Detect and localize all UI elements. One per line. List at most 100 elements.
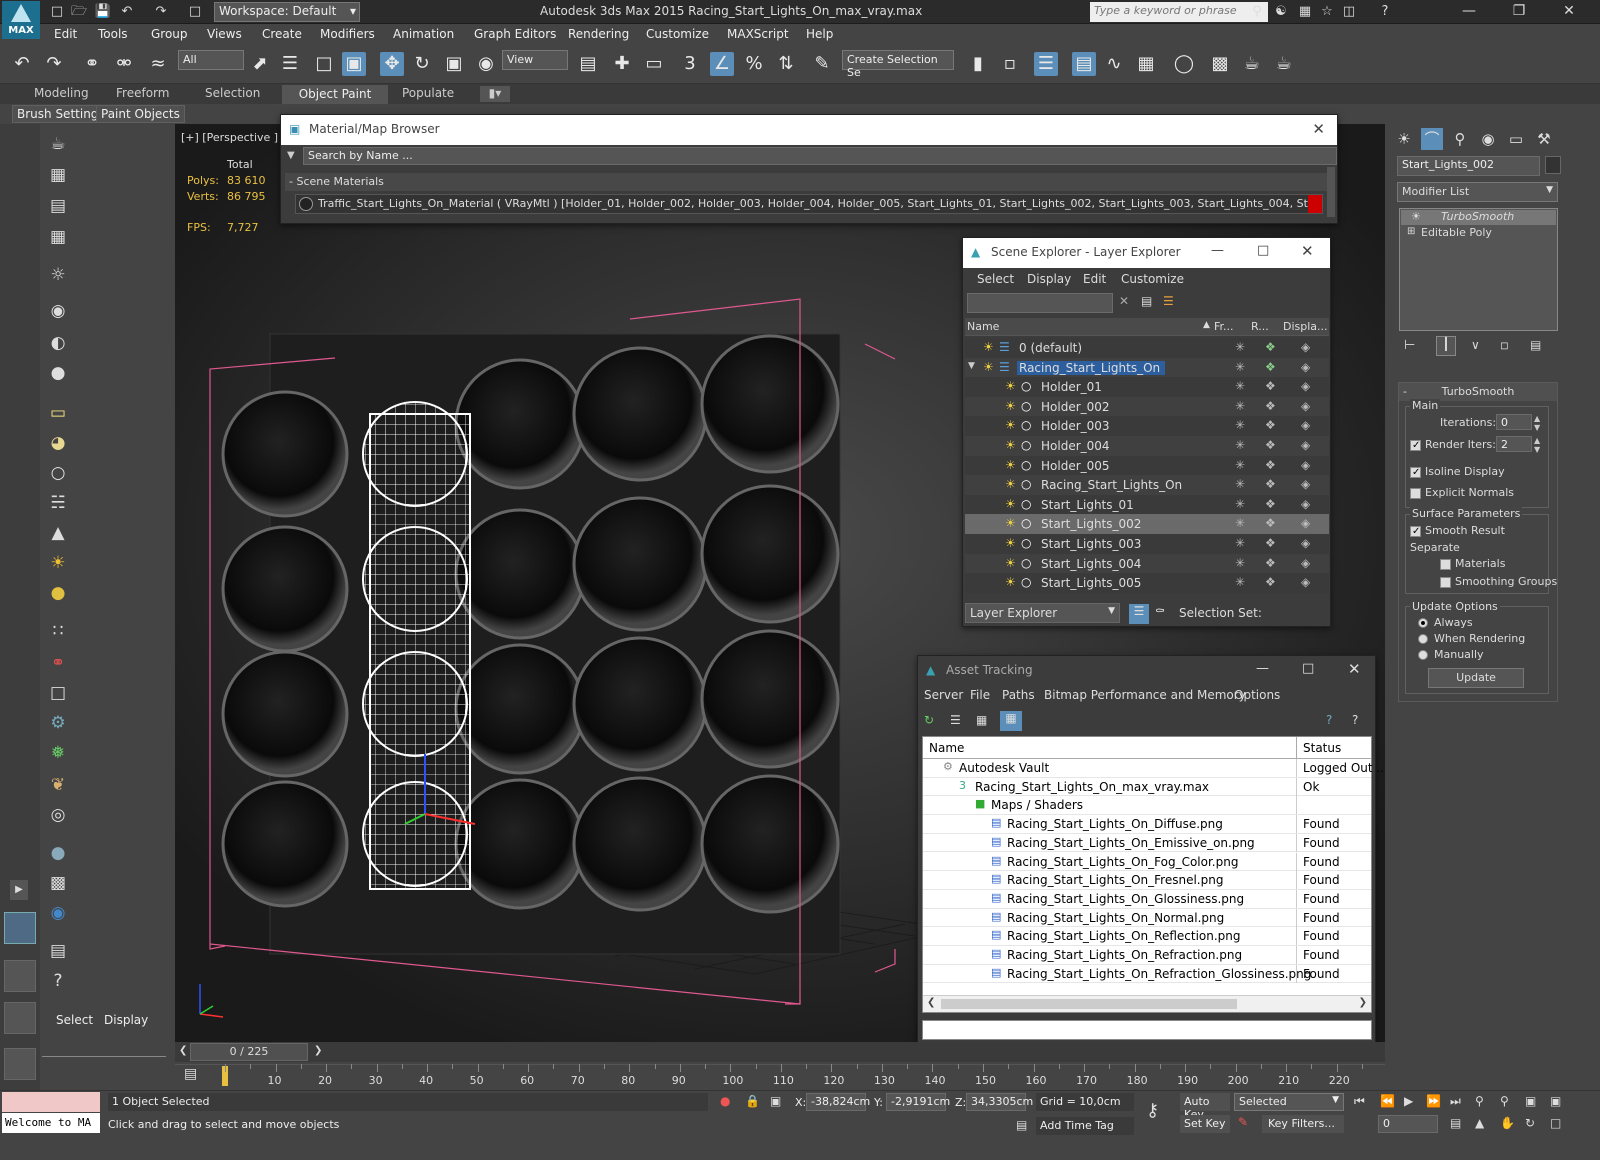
undo-icon[interactable]: ↶ (10, 52, 34, 76)
orbit-icon[interactable]: ↻ (1525, 1116, 1535, 1130)
explorer-menu-display[interactable]: Display (1027, 272, 1071, 286)
close-icon[interactable]: ✕ (1312, 120, 1325, 138)
visibility-bulb-icon[interactable]: ☀ (983, 340, 994, 354)
close-icon[interactable]: ✕ (1550, 0, 1588, 24)
key-mode-dropdown[interactable]: Selected ▼ (1234, 1093, 1344, 1111)
next-frame-icon[interactable]: ❯ (314, 1045, 322, 1056)
tab-select[interactable]: Select (56, 1013, 93, 1027)
add-time-tag-button[interactable]: Add Time Tag (1036, 1117, 1134, 1135)
freeze-icon[interactable]: ✳ (1235, 536, 1245, 550)
visibility-bulb-icon[interactable]: ☀ (1005, 418, 1016, 432)
asset-row[interactable]: ⚙ Autodesk Vault Logged Out .. (923, 759, 1384, 778)
auto-key-button[interactable]: Auto Key (1180, 1093, 1230, 1121)
display-icon[interactable]: ◈ (1301, 497, 1310, 511)
explorer-menu-edit[interactable]: Edit (1083, 272, 1106, 286)
maximize-icon[interactable]: ❐ (1500, 0, 1538, 24)
vray-icon[interactable]: ◉ (44, 900, 72, 926)
reference-coordinate-dropdown[interactable]: View (502, 50, 568, 70)
render-teapot-icon[interactable]: ❖ (1265, 438, 1276, 452)
hierarchy-tab-icon[interactable]: ⚲ (1449, 128, 1471, 150)
time-slider[interactable] (175, 1042, 1385, 1062)
time-configuration-icon[interactable]: ▤ (1450, 1116, 1461, 1130)
freeze-icon[interactable]: ✳ (1235, 497, 1245, 511)
curve-editor-icon[interactable]: ∿ (1102, 52, 1126, 76)
visibility-bulb-icon[interactable]: ☀ (1005, 497, 1016, 511)
keyboard-shortcut-override-icon[interactable]: ▭ (642, 52, 666, 76)
material-editor-icon[interactable]: ◯ (1172, 52, 1196, 76)
molecule-icon[interactable]: ⚭ (44, 650, 72, 676)
freeze-icon[interactable]: ✳ (1235, 438, 1245, 452)
display-icon[interactable]: ◈ (1301, 516, 1310, 530)
scrollbar[interactable] (1327, 167, 1335, 217)
manually-radio[interactable]: Manually (1418, 648, 1484, 661)
freeze-icon[interactable]: ✳ (1235, 458, 1245, 472)
explicit-normals-checkbox[interactable]: Explicit Normals (1410, 486, 1514, 499)
hierarchy-icon[interactable]: ⚰ (1155, 604, 1165, 618)
y-coordinate-field[interactable]: -2,9191cm (886, 1093, 950, 1111)
new-file-icon[interactable]: □ (48, 3, 66, 21)
render-teapot-icon[interactable]: ❖ (1265, 360, 1276, 374)
freeze-icon[interactable]: ✳ (1235, 516, 1245, 530)
asset-row[interactable]: ▤ Racing_Start_Lights_On_Normal.png Found (923, 908, 1371, 928)
table-view-icon[interactable]: ▦ (1000, 711, 1022, 731)
sphere-half-icon[interactable]: ◐ (44, 330, 72, 356)
select-manipulate-icon[interactable]: ✚ (610, 52, 634, 76)
display-icon[interactable]: ◈ (1301, 438, 1310, 452)
sphere-icon[interactable]: ● (44, 580, 72, 606)
find-icon[interactable]: ▤ (1141, 294, 1152, 308)
workspace-dropdown[interactable]: Workspace: Default ▾ (214, 2, 360, 22)
render-teapot-icon[interactable]: ❖ (1265, 399, 1276, 413)
expand-plus-icon[interactable]: ⊞ (1407, 226, 1415, 237)
smoothing-groups-checkbox[interactable]: Smoothing Groups (1440, 575, 1557, 588)
toggle-ribbon-icon[interactable]: ▤ (1072, 52, 1096, 76)
make-unique-icon[interactable]: ∨ (1471, 338, 1480, 352)
stack-item-editable-poly[interactable]: ⊞ Editable Poly (1401, 226, 1556, 241)
layer-row[interactable]: ☀ ○ Holder_003 ✳ ❖ ◈ (965, 416, 1329, 436)
time-slider-thumb[interactable]: 0 / 225 (190, 1043, 308, 1061)
asset-row[interactable]: ▤ Racing_Start_Lights_On_Glossiness.png Fo… (923, 889, 1371, 909)
spinner-arrows-icon[interactable]: ▲ ▼ (1534, 414, 1540, 432)
browser-options-icon[interactable]: ▼ (287, 150, 295, 161)
lock-selection-icon[interactable]: 🔒 (745, 1094, 760, 1108)
material-icon[interactable]: ▩ (44, 870, 72, 896)
display-icon[interactable]: ◈ (1301, 556, 1310, 570)
zoom-extents-icon[interactable]: ▣ (1525, 1094, 1536, 1108)
column-freeze[interactable]: Fr... (1214, 320, 1234, 333)
asset-path-field[interactable] (922, 1020, 1372, 1040)
when-rendering-radio[interactable]: When Rendering (1418, 632, 1525, 645)
tab-modeling[interactable]: Modeling (34, 86, 89, 100)
create-tab-icon[interactable]: ☀ (1393, 128, 1415, 150)
help-context-icon[interactable]: ? (1352, 713, 1358, 727)
scale-icon[interactable]: ▣ (442, 52, 466, 76)
minimize-icon[interactable]: — (1211, 243, 1224, 258)
visibility-bulb-icon[interactable]: ☀ (1005, 458, 1016, 472)
motion-tab-icon[interactable]: ◉ (1477, 128, 1499, 150)
render-teapot-icon[interactable]: ❖ (1265, 458, 1276, 472)
minimize-icon[interactable]: — (1256, 661, 1269, 676)
asset-row[interactable]: ▤ Racing_Start_Lights_On_Emissive_on.png F… (923, 833, 1371, 853)
spinner-arrows-icon[interactable]: ▲ ▼ (1534, 436, 1540, 454)
search-icon[interactable]: ⚲ (1248, 3, 1266, 21)
table-icon[interactable]: ▦ (44, 224, 72, 250)
expand-arrow-icon[interactable]: ▶ (10, 880, 28, 900)
document-icon[interactable]: ▤ (44, 193, 72, 219)
tab-selection[interactable]: Selection (205, 86, 260, 100)
render-iters-spinner[interactable]: 2 (1496, 436, 1532, 452)
edit-named-selection-icon[interactable]: ✎ (810, 52, 834, 76)
gear-icon[interactable]: ⚙ (44, 710, 72, 736)
list-view-icon[interactable]: ☰ (950, 713, 961, 727)
asset-menu-file[interactable]: File (970, 688, 990, 702)
key-icon[interactable]: ⚷ (1146, 1100, 1159, 1121)
visibility-bulb-icon[interactable]: ☀ (1005, 575, 1016, 589)
thumbnail-view-icon[interactable]: ▦ (976, 713, 987, 727)
explorer-menu-customize[interactable]: Customize (1121, 272, 1184, 286)
layer-row[interactable]: ☀ ○ Holder_002 ✳ ❖ ◈ (965, 396, 1329, 417)
current-frame-field[interactable]: 0 (1378, 1115, 1438, 1133)
visibility-bulb-icon[interactable]: ☀ (1005, 536, 1016, 550)
undo-icon[interactable]: ↶ (118, 3, 136, 21)
select-by-name-icon[interactable]: ☰ (278, 52, 302, 76)
always-radio[interactable]: Always (1418, 616, 1473, 629)
basket-icon[interactable]: ☵ (44, 490, 72, 516)
render-teapot-icon[interactable]: ❖ (1265, 516, 1276, 530)
render-icon[interactable]: ● (44, 360, 72, 386)
